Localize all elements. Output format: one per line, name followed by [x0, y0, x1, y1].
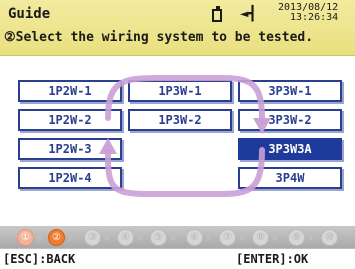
step-progress-bar: ① ② ③ ④ ⑤ ⑥ ⑦ ⑧ ⑨ ⑩ — [0, 226, 355, 248]
wiring-selection-panel: 1P2W-1 1P2W-2 1P2W-3 1P2W-4 1P3W-1 1P3W-… — [8, 60, 346, 218]
wiring-option-3p3w3a[interactable]: 3P3W3A — [238, 138, 342, 160]
step-separator — [207, 234, 212, 242]
battery-icon — [212, 6, 222, 22]
guide-screen: Guide ◄┫ 2013/08/12 13:26:34 ②Select the… — [0, 0, 355, 269]
time-readout: 13:26:34 — [290, 12, 339, 23]
wiring-option-3p3w-2[interactable]: 3P3W-2 — [238, 109, 342, 131]
wiring-option-3p4w[interactable]: 3P4W — [238, 167, 342, 189]
step-indicator-8: ⑧ — [252, 229, 269, 246]
step-indicator-5: ⑤ — [150, 229, 167, 246]
step-separator — [69, 234, 74, 242]
step-indicator-4: ④ — [117, 229, 134, 246]
step-indicator-10: ⑩ — [321, 229, 338, 246]
step-separator — [309, 234, 314, 242]
step-separator — [38, 234, 43, 242]
step-separator — [171, 234, 176, 242]
wiring-option-3p3w-1[interactable]: 3P3W-1 — [238, 80, 342, 102]
step-indicator-6: ⑥ — [186, 229, 203, 246]
wiring-option-1p3w-1[interactable]: 1P3W-1 — [128, 80, 232, 102]
page-title: Guide — [8, 6, 51, 22]
enter-ok-hint[interactable]: [ENTER]:OK — [236, 252, 308, 266]
step-indicator-1: ① — [17, 229, 34, 246]
esc-back-hint[interactable]: [ESC]:BACK — [3, 252, 75, 266]
wiring-option-1p2w-1[interactable]: 1P2W-1 — [18, 80, 122, 102]
header-bar: Guide ◄┫ 2013/08/12 13:26:34 ②Select the… — [0, 0, 355, 56]
step-separator — [138, 234, 143, 242]
footer-bar: [ESC]:BACK [ENTER]:OK — [0, 248, 355, 269]
step-indicator-2: ② — [48, 229, 65, 246]
step-separator — [240, 234, 245, 242]
wiring-option-1p3w-2[interactable]: 1P3W-2 — [128, 109, 232, 131]
wiring-option-1p2w-3[interactable]: 1P2W-3 — [18, 138, 122, 160]
step-separator — [273, 234, 278, 242]
step-separator — [105, 234, 110, 242]
wiring-option-1p2w-4[interactable]: 1P2W-4 — [18, 167, 122, 189]
instruction-text: ②Select the wiring system to be tested. — [4, 30, 314, 45]
step-indicator-3: ③ — [84, 229, 101, 246]
step-indicator-7: ⑦ — [219, 229, 236, 246]
plug-icon: ◄┫ — [240, 6, 257, 22]
wiring-option-1p2w-2[interactable]: 1P2W-2 — [18, 109, 122, 131]
step-indicator-9: ⑨ — [288, 229, 305, 246]
